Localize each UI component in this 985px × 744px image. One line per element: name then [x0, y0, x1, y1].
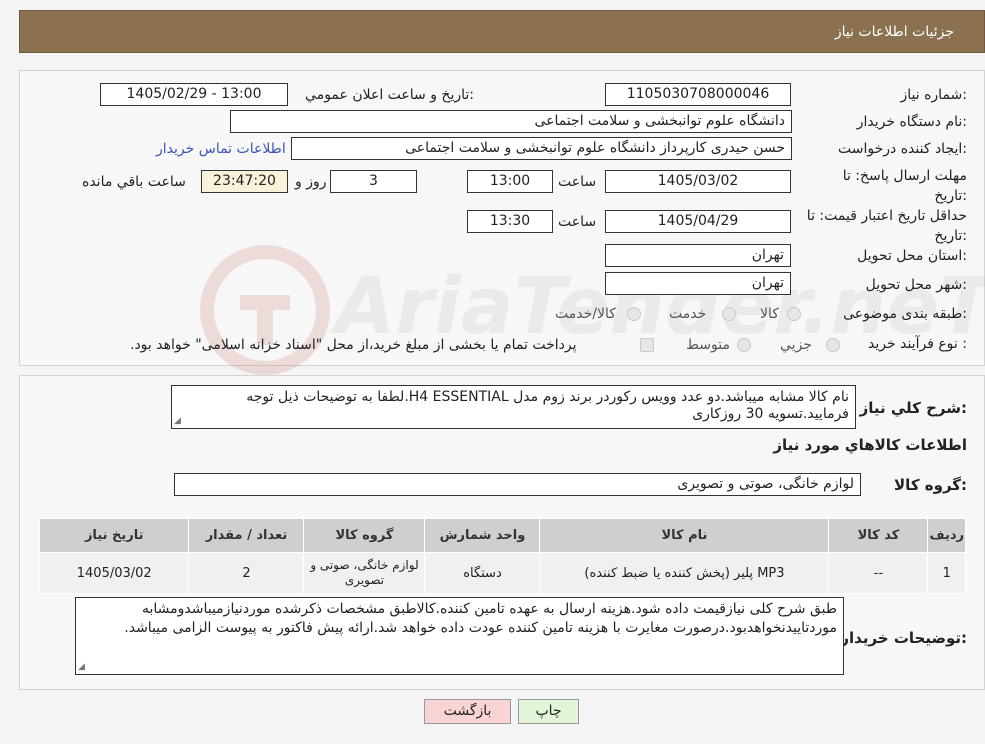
cell-name: MP3 پلیر (پخش کننده یا ضبط کننده)	[539, 552, 830, 594]
col-row: ردیف	[927, 518, 966, 553]
validity-date-field: 1405/04/29	[605, 210, 791, 233]
need-number-field: 1105030708000046	[605, 83, 791, 106]
announce-label: تاریخ و ساعت اعلان عمومي:	[305, 87, 474, 103]
process-treasury-checkbox[interactable]	[640, 338, 654, 352]
process-note: پرداخت تمام یا بخشی از مبلغ خرید،از محل …	[130, 337, 577, 353]
items-table: ردیف کد کالا نام کالا واحد شمارش گروه کا…	[38, 518, 966, 594]
category-both-radio[interactable]	[627, 307, 641, 321]
validity-label: حداقل تاریخ اعتبار قیمت: تا تاریخ:	[806, 208, 967, 244]
need-number-label: شماره نیاز:	[900, 87, 967, 103]
announce-field: 1405/02/29 - 13:00	[100, 83, 288, 106]
buyer-field: دانشگاه علوم توانبخشی و سلامت اجتماعی	[230, 110, 792, 133]
cell-code: --	[828, 552, 929, 594]
buyer-notes-resize-grip[interactable]: ◢	[78, 662, 85, 742]
col-date: تاریخ نیاز	[38, 518, 190, 553]
remaining-time-field: 23:47:20	[201, 170, 288, 193]
creator-label: ایجاد کننده درخواست:	[838, 141, 967, 157]
description-label: شرح کلي نیاز:	[859, 399, 967, 417]
category-label: طبقه بندی موضوعی:	[843, 306, 967, 322]
cell-group: لوازم خانگی، صوتی و تصویری	[303, 552, 426, 594]
creator-field: حسن حیدری کارپرداز دانشگاه علوم توانبخشی…	[291, 137, 792, 160]
col-unit: واحد شمارش	[424, 518, 541, 553]
buyer-notes-label: توضیحات خریدار:	[840, 629, 967, 647]
description-textarea[interactable]: نام کالا مشابه میباشد.دو عدد وویس رکوردر…	[171, 385, 856, 429]
print-button[interactable]: چاپ	[518, 699, 579, 724]
buyer-contact-link[interactable]: اطلاعات تماس خریدار	[156, 141, 286, 157]
cell-date: 1405/03/02	[38, 552, 190, 594]
cell-qty: 2	[188, 552, 305, 594]
goods-group-field: لوازم خانگی، صوتی و تصویری	[174, 473, 861, 496]
table-row: 1 -- MP3 پلیر (پخش کننده یا ضبط کننده) د…	[38, 552, 966, 594]
deadline-date-field: 1405/03/02	[605, 170, 791, 193]
city-label: شهر محل تحویل:	[865, 277, 967, 293]
back-button[interactable]: بازگشت	[424, 699, 511, 724]
buyer-label: نام دستگاه خریدار:	[856, 114, 967, 130]
province-field: تهران	[605, 244, 791, 267]
days-field: 3	[330, 170, 417, 193]
col-code: کد کالا	[828, 518, 929, 553]
category-both-label: کالا/خدمت	[555, 306, 616, 322]
watermark-logo	[200, 245, 330, 375]
buyer-notes-textarea[interactable]: طبق شرح کلی نیازقیمت داده شود.هزینه ارسا…	[75, 597, 844, 675]
goods-group-label: گروه کالا:	[894, 476, 967, 494]
cell-unit: دستگاه	[424, 552, 541, 594]
table-header-row: ردیف کد کالا نام کالا واحد شمارش گروه کا…	[38, 518, 966, 553]
col-group: گروه کالا	[303, 518, 426, 553]
remaining-label: ساعت باقي مانده	[82, 174, 186, 190]
province-label: استان محل تحویل:	[857, 248, 967, 264]
deadline-label: مهلت ارسال پاسخ: تا تاریخ:	[842, 168, 967, 204]
validity-time-field: 13:30	[467, 210, 553, 233]
goods-section-title: اطلاعات کالاهاي مورد نیاز	[773, 436, 967, 454]
page-header: جزئیات اطلاعات نیاز	[19, 10, 985, 53]
page-title: جزئیات اطلاعات نیاز	[834, 24, 954, 40]
category-service-radio[interactable]	[722, 307, 736, 321]
col-qty: تعداد / مقدار	[188, 518, 305, 553]
city-field: تهران	[605, 272, 791, 295]
category-goods-label: کالا	[760, 306, 779, 322]
col-name: نام کالا	[539, 518, 830, 553]
deadline-time-label: ساعت	[558, 174, 597, 190]
process-medium-radio[interactable]	[737, 338, 751, 352]
category-service-label: خدمت	[669, 306, 707, 322]
process-medium-label: متوسط	[686, 337, 730, 353]
category-goods-radio[interactable]	[787, 307, 801, 321]
deadline-time-field: 13:00	[467, 170, 553, 193]
days-label: روز و	[295, 174, 327, 190]
process-small-label: جزیي	[780, 337, 812, 353]
process-label: نوع فرآیند خرید :	[868, 336, 967, 352]
process-small-radio[interactable]	[826, 338, 840, 352]
cell-row: 1	[927, 552, 966, 594]
validity-time-label: ساعت	[558, 214, 597, 230]
